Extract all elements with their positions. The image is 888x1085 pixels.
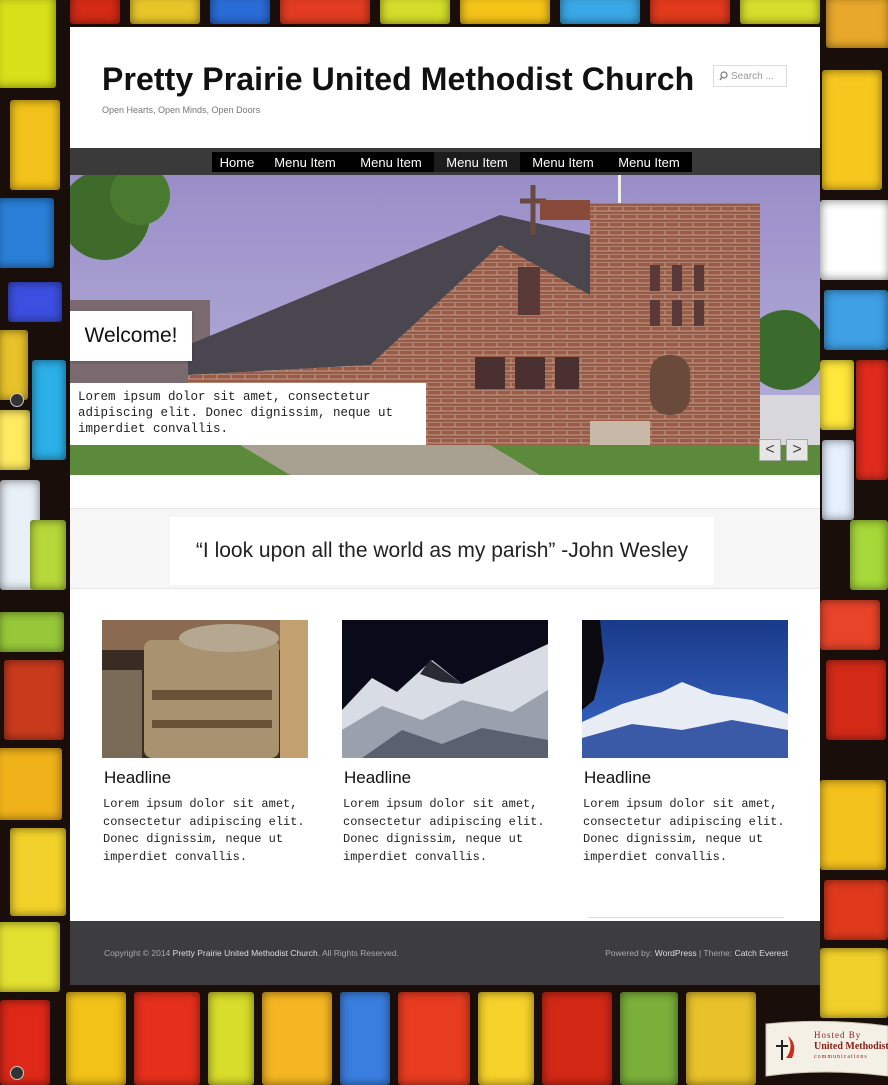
site-tagline: Open Hearts, Open Minds, Open Doors bbox=[102, 105, 261, 115]
feature-1: Headline Lorem ipsum dolor sit amet, con… bbox=[102, 620, 308, 866]
powered-prefix: Powered by: bbox=[605, 948, 653, 958]
slide-title: Welcome! bbox=[70, 311, 192, 361]
prayer-wheels-image[interactable] bbox=[102, 620, 308, 758]
feature-3-headline[interactable]: Headline bbox=[584, 768, 788, 788]
nav-item-menu-5[interactable]: Menu Item bbox=[606, 152, 692, 172]
feature-2-text: Lorem ipsum dolor sit amet, consectetur … bbox=[343, 797, 545, 864]
feature-3-text: Lorem ipsum dolor sit amet, consectetur … bbox=[583, 797, 785, 864]
theme-prefix: | Theme: bbox=[696, 948, 733, 958]
theme-link[interactable]: Catch Everest bbox=[735, 948, 788, 958]
badge-line-2: United Methodist bbox=[814, 1041, 888, 1052]
slide-text: Lorem ipsum dolor sit amet, consectetur … bbox=[70, 383, 426, 445]
copyright: Copyright © 2014 Pretty Prairie United M… bbox=[104, 948, 399, 958]
footer-divider bbox=[588, 917, 784, 918]
feature-2: Headline Lorem ipsum dolor sit amet, con… bbox=[342, 620, 548, 866]
feature-2-headline[interactable]: Headline bbox=[344, 768, 548, 788]
copyright-prefix: Copyright © 2014 bbox=[104, 948, 171, 958]
badge-text: Hosted By United Methodist communication… bbox=[814, 1030, 888, 1063]
powered-by: Powered by: WordPress | Theme: Catch Eve… bbox=[605, 948, 788, 958]
main-menu: Home Menu Item Menu Item Menu Item Menu … bbox=[212, 152, 692, 172]
featured-slider: Welcome! Lorem ipsum dolor sit amet, con… bbox=[70, 175, 820, 475]
mountain-peaks-image[interactable] bbox=[342, 620, 548, 758]
badge-line-1: Hosted By bbox=[814, 1030, 862, 1040]
feature-1-headline[interactable]: Headline bbox=[104, 768, 308, 788]
slider-next-button[interactable]: > bbox=[786, 439, 808, 461]
search-box[interactable] bbox=[713, 65, 787, 87]
quote-text: “I look upon all the world as my parish”… bbox=[170, 517, 714, 585]
nav-item-home[interactable]: Home bbox=[212, 152, 262, 172]
search-input[interactable] bbox=[728, 67, 787, 85]
nav-item-menu-1[interactable]: Menu Item bbox=[262, 152, 348, 172]
wordpress-link[interactable]: WordPress bbox=[655, 948, 697, 958]
page-container: Pretty Prairie United Methodist Church O… bbox=[70, 27, 820, 985]
feature-1-text: Lorem ipsum dolor sit amet, consectetur … bbox=[103, 797, 305, 864]
quote-band: “I look upon all the world as my parish”… bbox=[70, 508, 820, 589]
play-icon[interactable] bbox=[10, 1066, 24, 1080]
circle-icon-left bbox=[10, 393, 24, 407]
nav-bar: Home Menu Item Menu Item Menu Item Menu … bbox=[70, 148, 820, 175]
search-icon bbox=[719, 71, 728, 81]
hosted-by-badge[interactable]: Hosted By United Methodist communication… bbox=[760, 1018, 888, 1078]
badge-line-3: communications bbox=[814, 1054, 868, 1060]
site-footer: Copyright © 2014 Pretty Prairie United M… bbox=[70, 921, 820, 985]
snowy-range-image[interactable] bbox=[582, 620, 788, 758]
nav-item-menu-2[interactable]: Menu Item bbox=[348, 152, 434, 172]
copyright-suffix: . All Rights Reserved. bbox=[317, 948, 399, 958]
nav-item-menu-4[interactable]: Menu Item bbox=[520, 152, 606, 172]
feature-3: Headline Lorem ipsum dolor sit amet, con… bbox=[582, 620, 788, 866]
site-title[interactable]: Pretty Prairie United Methodist Church bbox=[102, 61, 694, 98]
copyright-link[interactable]: Pretty Prairie United Methodist Church bbox=[173, 948, 318, 958]
nav-item-menu-3[interactable]: Menu Item bbox=[434, 152, 520, 172]
slider-prev-button[interactable]: < bbox=[759, 439, 781, 461]
